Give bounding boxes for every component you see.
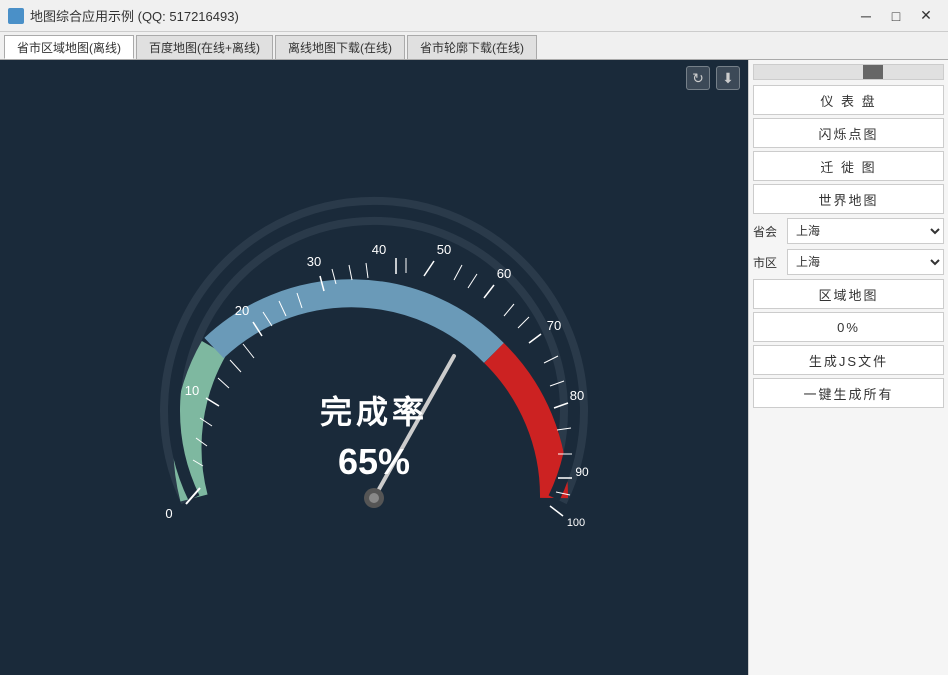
sidebar-scrollbar[interactable]: [753, 64, 944, 80]
maximize-button[interactable]: □: [882, 6, 910, 26]
svg-text:50: 50: [437, 242, 451, 257]
tab-contour[interactable]: 省市轮廓下载(在线): [407, 35, 537, 59]
gauge-svg: 0 10 20 30 40 50 60: [114, 158, 634, 578]
tab-offline-region[interactable]: 省市区域地图(离线): [4, 35, 134, 59]
gauge-center-text: 完成率 65%: [320, 387, 428, 483]
gauge-label: 完成率: [320, 387, 428, 433]
tab-bar: 省市区域地图(离线) 百度地图(在线+离线) 离线地图下载(在线) 省市轮廓下载…: [0, 32, 948, 60]
download-button[interactable]: ⬇: [716, 66, 740, 90]
svg-text:80: 80: [570, 388, 584, 403]
window-title: 地图综合应用示例 (QQ: 517216493): [30, 6, 239, 25]
city-select[interactable]: 上海 浦东新区 黄浦区: [787, 249, 944, 275]
world-map-btn[interactable]: 世界地图: [753, 184, 944, 214]
map-area: ↻ ⬇: [0, 60, 748, 675]
province-label: 省会: [753, 223, 783, 240]
tab-baidu[interactable]: 百度地图(在线+离线): [136, 35, 273, 59]
svg-text:100: 100: [567, 517, 585, 529]
flash-dot-btn[interactable]: 闪烁点图: [753, 118, 944, 148]
region-map-btn[interactable]: 区域地图: [753, 279, 944, 309]
tab-download[interactable]: 离线地图下载(在线): [275, 35, 405, 59]
minimize-button[interactable]: ─: [852, 6, 880, 26]
svg-text:40: 40: [372, 242, 386, 257]
scrollbar-thumb: [863, 65, 883, 79]
progress-btn[interactable]: 0%: [753, 312, 944, 342]
app-icon: [8, 8, 24, 24]
sidebar: 仪 表 盘 闪烁点图 迁 徙 图 世界地图 省会 上海 北京 广东 浙江 市区 …: [748, 60, 948, 675]
gen-all-btn[interactable]: 一键生成所有: [753, 378, 944, 408]
svg-text:10: 10: [185, 383, 199, 398]
city-label: 市区: [753, 254, 783, 271]
main-container: ↻ ⬇: [0, 60, 948, 675]
migration-btn[interactable]: 迁 徙 图: [753, 151, 944, 181]
refresh-icon: ↻: [692, 70, 704, 87]
dashboard-btn[interactable]: 仪 表 盘: [753, 85, 944, 115]
download-icon: ⬇: [722, 70, 734, 87]
refresh-button[interactable]: ↻: [686, 66, 710, 90]
province-select[interactable]: 上海 北京 广东 浙江: [787, 218, 944, 244]
map-toolbar: ↻ ⬇: [686, 66, 740, 90]
window-controls[interactable]: ─ □ ✕: [852, 6, 940, 26]
svg-text:30: 30: [307, 254, 321, 269]
gauge-value: 65%: [320, 441, 428, 483]
gauge-container: 0 10 20 30 40 50 60: [114, 158, 634, 578]
title-bar: 地图综合应用示例 (QQ: 517216493) ─ □ ✕: [0, 0, 948, 32]
svg-text:60: 60: [497, 266, 511, 281]
close-button[interactable]: ✕: [912, 6, 940, 26]
gen-js-btn[interactable]: 生成JS文件: [753, 345, 944, 375]
city-row: 市区 上海 浦东新区 黄浦区: [753, 248, 944, 276]
svg-text:20: 20: [235, 303, 249, 318]
svg-text:70: 70: [547, 318, 561, 333]
svg-text:90: 90: [575, 465, 589, 479]
svg-text:0: 0: [165, 506, 172, 521]
province-row: 省会 上海 北京 广东 浙江: [753, 217, 944, 245]
title-bar-left: 地图综合应用示例 (QQ: 517216493): [8, 6, 239, 25]
